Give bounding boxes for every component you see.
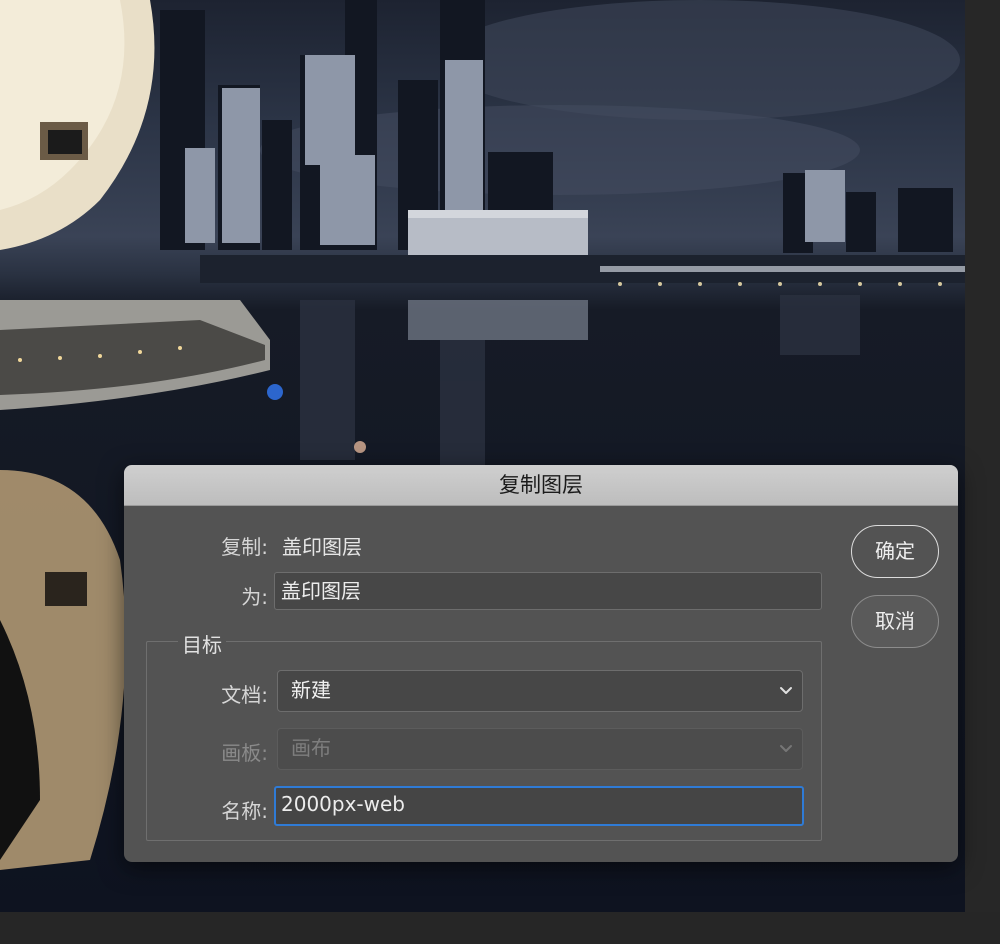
canvas-edge-bottom	[0, 912, 1000, 944]
ok-button[interactable]: 确定	[851, 525, 939, 578]
artboard-select-value: 画布	[291, 736, 331, 760]
chevron-down-icon	[780, 745, 792, 752]
document-select-value: 新建	[291, 678, 331, 702]
canvas-edge-right	[965, 0, 1000, 944]
name-label: 名称:	[221, 799, 268, 823]
name-input[interactable]: 2000px-web	[274, 786, 804, 826]
cancel-button[interactable]: 取消	[851, 595, 939, 648]
chevron-down-icon	[780, 687, 792, 694]
duplicate-value: 盖印图层	[282, 535, 362, 559]
as-label: 为:	[241, 585, 268, 609]
duplicate-layer-dialog: 复制图层 复制: 盖印图层 为: 盖印图层 目标 文档: 新建 画板: 画布 名…	[124, 465, 958, 862]
document-label: 文档:	[221, 683, 268, 707]
as-name-input[interactable]: 盖印图层	[274, 572, 822, 610]
destination-group-title: 目标	[178, 629, 226, 658]
dialog-title: 复制图层	[124, 465, 958, 506]
document-select[interactable]: 新建	[277, 670, 803, 712]
artboard-select: 画布	[277, 728, 803, 770]
duplicate-label: 复制:	[221, 535, 268, 559]
artboard-label: 画板:	[221, 741, 268, 765]
